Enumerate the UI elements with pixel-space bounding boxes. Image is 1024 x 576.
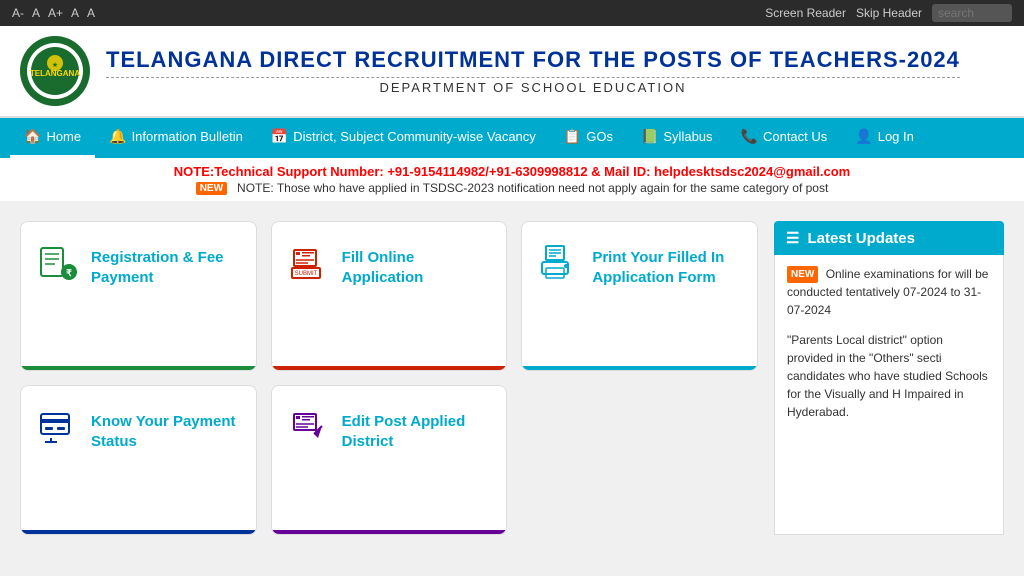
card-registration-fee[interactable]: ₹ Registration & Fee Payment	[20, 221, 257, 371]
new-badge-update1: NEW	[787, 266, 818, 283]
updates-title: Latest Updates	[807, 230, 915, 247]
nav-label-contact: Contact Us	[763, 129, 827, 144]
fill-application-icon: SUBMIT	[288, 242, 330, 293]
card-inner: Print Your Filled In Application Form	[538, 242, 741, 293]
card-print-application[interactable]: Print Your Filled In Application Form	[521, 221, 758, 371]
nav-item-syllabus[interactable]: 📗 Syllabus	[627, 118, 727, 158]
site-header: TELANGANA ★ TELANGANA DIRECT RECRUITMENT…	[0, 26, 1024, 118]
nav-item-gos[interactable]: 📋 GOs	[550, 118, 627, 158]
font-increase-btn[interactable]: A+	[48, 6, 63, 20]
nav-label-home: Home	[46, 129, 81, 144]
update-item-2: "Parents Local district" option provided…	[787, 331, 991, 421]
notice-bar: NOTE:Technical Support Number: +91-91541…	[0, 158, 1024, 201]
gos-icon: 📋	[564, 128, 581, 145]
header-text: TELANGANA DIRECT RECRUITMENT FOR THE POS…	[106, 47, 960, 95]
action-cards-grid: ₹ Registration & Fee Payment	[20, 221, 758, 535]
nav-item-bulletin[interactable]: 🔔 Information Bulletin	[95, 118, 257, 158]
site-title: TELANGANA DIRECT RECRUITMENT FOR THE POS…	[106, 47, 960, 73]
card-edit-district[interactable]: Edit Post Applied District	[271, 385, 508, 535]
update-item-1: NEW Online examinations for will be cond…	[787, 265, 991, 319]
new-badge: NEW	[196, 182, 227, 195]
notice-sub: NEW NOTE: Those who have applied in TSDS…	[16, 181, 1008, 195]
site-logo: TELANGANA ★	[20, 36, 90, 106]
card-inner: SUBMIT Fill Online Application	[288, 242, 491, 293]
card-inner: ₹ Registration & Fee Payment	[37, 242, 240, 293]
updates-list-icon: ☰	[786, 229, 799, 247]
bulletin-icon: 🔔	[109, 128, 126, 145]
card-fill-application[interactable]: SUBMIT Fill Online Application	[271, 221, 508, 371]
payment-status-icon	[37, 406, 79, 457]
syllabus-icon: 📗	[641, 128, 658, 145]
card-payment-status[interactable]: Know Your Payment Status	[20, 385, 257, 535]
main-content: ₹ Registration & Fee Payment	[0, 201, 1024, 555]
contact-icon: 📞	[741, 128, 758, 145]
card-label-fill-application: Fill Online Application	[342, 248, 491, 287]
font-normal-btn[interactable]: A	[32, 6, 40, 20]
search-input[interactable]	[932, 4, 1012, 22]
font-size-controls: A- A A+ A A	[12, 6, 95, 20]
skip-header-link[interactable]: Skip Header	[856, 6, 922, 20]
svg-text:₹: ₹	[66, 268, 72, 278]
print-application-icon	[538, 242, 580, 293]
nav-item-vacancy[interactable]: 📅 District, Subject Community-wise Vacan…	[257, 118, 550, 158]
card-label-edit-district: Edit Post Applied District	[342, 412, 491, 451]
nav-item-contact[interactable]: 📞 Contact Us	[727, 118, 842, 158]
card-label-registration: Registration & Fee Payment	[91, 248, 240, 287]
card-label-print-application: Print Your Filled In Application Form	[592, 248, 741, 287]
update-text-2: "Parents Local district" option provided…	[787, 333, 988, 419]
notice-main: NOTE:Technical Support Number: +91-91541…	[16, 164, 1008, 179]
nav-item-home[interactable]: 🏠 Home	[10, 118, 95, 158]
screen-reader-link[interactable]: Screen Reader	[765, 6, 846, 20]
font-decrease-btn[interactable]: A-	[12, 6, 24, 20]
updates-body: NEW Online examinations for will be cond…	[774, 255, 1004, 535]
login-icon: 👤	[855, 128, 872, 145]
nav-label-bulletin: Information Bulletin	[132, 129, 243, 144]
nav-item-login[interactable]: 👤 Log In	[841, 118, 928, 158]
top-bar-right: Screen Reader Skip Header	[765, 4, 1012, 22]
site-subtitle: DEPARTMENT OF SCHOOL EDUCATION	[106, 77, 960, 95]
nav-label-vacancy: District, Subject Community-wise Vacancy	[293, 129, 536, 144]
card-inner: Edit Post Applied District	[288, 406, 491, 457]
card-label-payment-status: Know Your Payment Status	[91, 412, 240, 451]
latest-updates-panel: ☰ Latest Updates NEW Online examinations…	[774, 221, 1004, 535]
home-icon: 🏠	[24, 128, 41, 145]
updates-header: ☰ Latest Updates	[774, 221, 1004, 255]
nav-label-syllabus: Syllabus	[663, 129, 712, 144]
edit-district-icon	[288, 406, 330, 457]
font-alt1-btn[interactable]: A	[71, 6, 79, 20]
nav-label-gos: GOs	[586, 129, 613, 144]
font-alt2-btn[interactable]: A	[87, 6, 95, 20]
registration-fee-icon: ₹	[37, 242, 79, 293]
vacancy-icon: 📅	[271, 128, 288, 145]
svg-text:★: ★	[52, 61, 58, 69]
main-nav: 🏠 Home 🔔 Information Bulletin 📅 District…	[0, 118, 1024, 158]
card-inner: Know Your Payment Status	[37, 406, 240, 457]
notice-sub-text: NOTE: Those who have applied in TSDSC-20…	[237, 181, 828, 195]
svg-text:SUBMIT: SUBMIT	[294, 271, 317, 277]
top-bar: A- A A+ A A Screen Reader Skip Header	[0, 0, 1024, 26]
nav-label-login: Log In	[878, 129, 914, 144]
